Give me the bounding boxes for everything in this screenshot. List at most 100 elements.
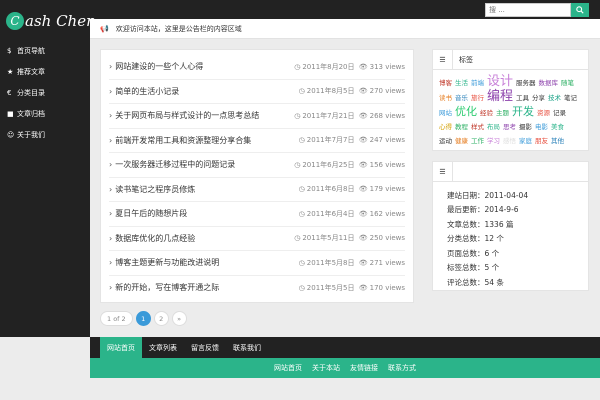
tags-widget-header: ☰ 标签 <box>433 49 588 70</box>
post-item: › 读书笔记之程序员修炼 ◷ 2011年6月8日 👁 179 views <box>109 178 405 202</box>
nav-link[interactable]: 文章列表 <box>142 337 184 358</box>
page-link[interactable]: 2 <box>153 311 169 326</box>
tag-link[interactable]: 博客 <box>439 76 452 90</box>
post-title-link[interactable]: › 新的开始，写在博客开通之际 <box>109 282 219 293</box>
post-views: 250 views <box>369 234 405 243</box>
sidebar-item[interactable]: ☺ 关于我们 <box>0 124 90 145</box>
post-title: 关于网页布局与样式设计的一点思考总结 <box>115 111 260 121</box>
search-button[interactable] <box>571 3 589 17</box>
sidebar-item[interactable]: € 分类目录 <box>0 82 90 103</box>
tag-link[interactable]: 旅行 <box>471 91 484 105</box>
post-date: 2011年6月25日 <box>302 160 355 169</box>
tag-link[interactable]: 设计 <box>487 75 513 89</box>
post-title-link[interactable]: › 数据库优化的几点经验 <box>109 233 195 244</box>
tag-link[interactable]: 服务器 <box>516 76 536 90</box>
tag-link[interactable]: 编程 <box>487 90 513 104</box>
eye-icon: 👁 <box>358 185 368 194</box>
tag-link[interactable]: 工具 <box>516 91 529 105</box>
tag-link[interactable]: 经验 <box>480 106 493 120</box>
sidebar-item[interactable]: ★ 推荐文章 <box>0 61 90 82</box>
nav-link[interactable]: 联系我们 <box>226 337 268 358</box>
tag-link[interactable]: 健康 <box>455 134 468 148</box>
post-title-link[interactable]: › 前端开发常用工具和资源整理分享合集 <box>109 135 251 146</box>
post-title-link[interactable]: › 一次服务器迁移过程中的问题记录 <box>109 159 235 170</box>
next-page-button[interactable]: » <box>171 311 187 326</box>
sidebar-item-label: 文章归档 <box>17 109 45 118</box>
tag-link[interactable]: 学习 <box>487 134 500 148</box>
tag-link[interactable]: 感悟 <box>503 134 516 148</box>
smile-icon: ☺ <box>7 130 15 139</box>
tag-link[interactable]: 主题 <box>496 106 509 120</box>
tag-link[interactable]: 音乐 <box>455 91 468 105</box>
stats-widget-header: ☰ <box>433 161 588 182</box>
tag-link[interactable]: 技术 <box>548 91 561 105</box>
eye-icon: 👁 <box>358 111 368 120</box>
footer-link[interactable]: 友情链接 <box>350 363 378 373</box>
footer-bar: 网站首页 关于本站 友情链接 联系方式 <box>90 358 600 378</box>
tag-link[interactable]: 随笔 <box>561 76 574 90</box>
tag-link[interactable]: 生活 <box>455 76 468 90</box>
tag-link[interactable]: 教程 <box>455 120 468 134</box>
tag-link[interactable]: 数据库 <box>539 76 559 90</box>
sidebar-item[interactable]: ■ 文章归档 <box>0 103 90 124</box>
post-title-link[interactable]: › 读书笔记之程序员修炼 <box>109 184 195 195</box>
euro-icon: € <box>7 88 12 97</box>
sidebar-item[interactable]: $ 首页导航 <box>0 40 90 61</box>
tag-link[interactable]: 优化 <box>455 105 477 119</box>
tag-link[interactable]: 资源 <box>537 106 550 120</box>
stat-row: 建站日期：2011-04-04 <box>447 190 529 200</box>
footer-link[interactable]: 网站首页 <box>274 363 302 373</box>
tag-link[interactable]: 其他 <box>551 134 564 148</box>
tag-link[interactable]: 前端 <box>471 76 484 90</box>
chevron-right-icon: › <box>109 209 113 219</box>
post-meta: ◷ 2011年7月21日 👁 268 views <box>292 111 405 121</box>
tag-link[interactable]: 样式 <box>471 120 484 134</box>
tag-link[interactable]: 记录 <box>553 106 566 120</box>
post-item: › 数据库优化的几点经验 ◷ 2011年5月11日 👁 250 views <box>109 227 405 251</box>
post-title: 简单的生活小记录 <box>115 86 180 96</box>
post-title-link[interactable]: › 博客主题更新与功能改进说明 <box>109 257 219 268</box>
footer-link[interactable]: 关于本站 <box>312 363 340 373</box>
eye-icon: 👁 <box>358 234 368 243</box>
post-title-link[interactable]: › 简单的生活小记录 <box>109 86 179 97</box>
notice-text: 欢迎访问本站，这里是公告栏的内容区域 <box>115 24 242 33</box>
tag-cloud: 博客 生活 前端 设计 服务器 数据库 随笔读书 音乐 旅行 编程 工具 分享 技术 笔记网站 优化 经验 主题… <box>433 70 588 153</box>
tag-link[interactable]: 电影 <box>535 120 548 134</box>
bottom-nav: 网站首页 文章列表 留言反馈 联系我们 <box>90 337 600 358</box>
site-logo[interactable]: C ash Chen <box>6 10 96 32</box>
post-title-link[interactable]: › 关于网页布局与样式设计的一点思考总结 <box>109 110 259 121</box>
tag-link[interactable]: 笔记 <box>564 91 577 105</box>
tag-link[interactable]: 美食 <box>551 120 564 134</box>
post-views: 179 views <box>369 185 405 194</box>
chevron-right-icon: › <box>109 86 113 96</box>
tag-link[interactable]: 家庭 <box>519 134 532 148</box>
logo-initial: C <box>6 12 24 30</box>
tag-link[interactable]: 网站 <box>439 106 452 120</box>
nav-link[interactable]: 留言反馈 <box>184 337 226 358</box>
tag-link[interactable]: 摄影 <box>519 120 532 134</box>
tag-link[interactable]: 心得 <box>439 120 452 134</box>
sidebar-item-label: 推荐文章 <box>17 67 45 76</box>
post-views: 268 views <box>369 111 405 120</box>
post-meta: ◷ 2011年6月25日 👁 156 views <box>292 160 405 170</box>
footer-link[interactable]: 联系方式 <box>388 363 416 373</box>
page-link[interactable]: 1 <box>135 311 151 326</box>
tag-link[interactable]: 思考 <box>503 120 516 134</box>
tag-link[interactable]: 工作 <box>471 134 484 148</box>
search-input[interactable] <box>485 3 571 17</box>
post-title-link[interactable]: › 网站建设的一些个人心得 <box>109 61 203 72</box>
tag-link[interactable]: 开发 <box>512 105 534 119</box>
tag-link[interactable]: 布局 <box>487 120 500 134</box>
tag-link[interactable]: 朋友 <box>535 134 548 148</box>
site-stats: 建站日期：2011-04-04 最后更新：2014-9-6 文章总数：1336 篇分… <box>433 182 588 296</box>
list-icon: ☰ <box>433 49 453 70</box>
post-date: 2011年6月8日 <box>306 185 355 194</box>
tag-link[interactable]: 读书 <box>439 91 452 105</box>
tag-link[interactable]: 运动 <box>439 134 452 148</box>
tag-link[interactable]: 分享 <box>532 91 545 105</box>
nav-link[interactable]: 网站首页 <box>100 337 142 358</box>
book-icon: ■ <box>7 109 14 118</box>
post-title-link[interactable]: › 夏日午后的随想片段 <box>109 208 187 219</box>
post-item: › 博客主题更新与功能改进说明 ◷ 2011年5月8日 👁 271 views <box>109 251 405 276</box>
post-title: 前端开发常用工具和资源整理分享合集 <box>115 135 252 145</box>
